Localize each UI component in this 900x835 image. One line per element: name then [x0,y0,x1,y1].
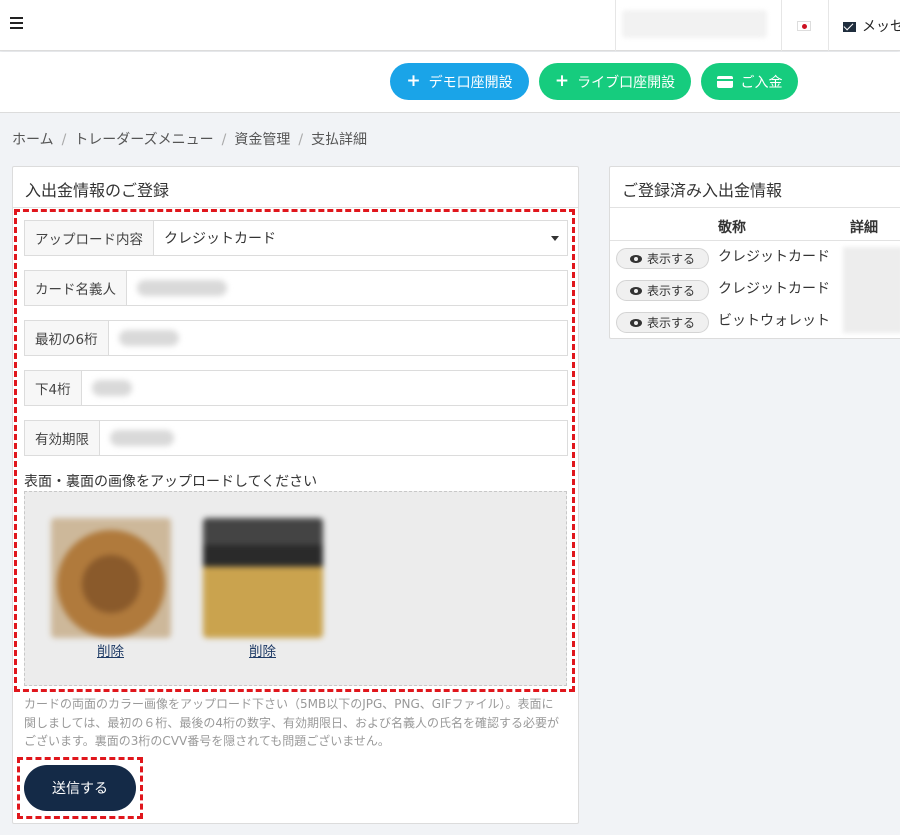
breadcrumb-funds[interactable]: 資金管理 [234,132,290,148]
hamburger-icon[interactable] [10,17,23,29]
row-name: クレジットカード [718,249,830,265]
show-button[interactable]: 表示する [616,248,709,269]
row-name: クレジットカード [718,281,830,297]
breadcrumb: ホーム / トレーダーズメニュー / 資金管理 / 支払詳細 [12,132,368,148]
highlight-box-form [14,209,575,692]
demo-account-button[interactable]: + デモ口座開設 [390,63,529,100]
action-bar: + デモ口座開設 + ライブ口座開設 ご入金 [0,52,900,113]
eye-icon [629,318,642,327]
deposit-button[interactable]: ご入金 [701,63,798,100]
breadcrumb-home[interactable]: ホーム [12,132,54,148]
show-button[interactable]: 表示する [616,280,709,301]
registration-panel-title: 入出金情報のご登録 [13,167,578,208]
registered-panel: ご登録済み入出金情報 敬称 詳細 表示する クレジットカード 表示する クレジッ… [609,166,900,339]
column-detail: 詳細 [850,220,878,236]
show-button[interactable]: 表示する [616,312,709,333]
column-title: 敬称 [718,220,746,236]
deposit-label: ご入金 [740,74,783,91]
row-name: ビットウォレット [718,313,830,329]
registered-panel-title: ご登録済み入出金情報 [610,167,900,208]
divider [828,0,829,51]
divider [781,0,782,51]
upload-note: カードの両面のカラー画像をアップロード下さい（5MB以下のJPG、PNG、GIF… [24,697,560,748]
flag-icon[interactable] [797,21,811,31]
eye-icon [629,254,642,263]
messages-label: メッセ [862,19,900,35]
plus-icon: + [554,71,570,91]
eye-icon [629,286,642,295]
highlight-box-submit [17,757,143,819]
envelope-icon [843,22,856,32]
live-account-label: ライブ口座開設 [577,74,676,91]
plus-icon: + [406,71,421,91]
registered-table-header: 敬称 詳細 [610,209,900,241]
live-account-button[interactable]: + ライブ口座開設 [539,63,691,100]
breadcrumb-traders-menu[interactable]: トレーダーズメニュー [74,132,213,148]
divider [615,0,616,51]
top-bar: メッセ [0,0,900,51]
detail-redacted [843,247,900,333]
messages-link[interactable]: メッセ [843,16,900,36]
card-icon [716,75,733,88]
breadcrumb-current: 支払詳細 [311,132,368,148]
user-info[interactable] [622,10,767,38]
demo-account-label: デモ口座開設 [428,74,513,91]
